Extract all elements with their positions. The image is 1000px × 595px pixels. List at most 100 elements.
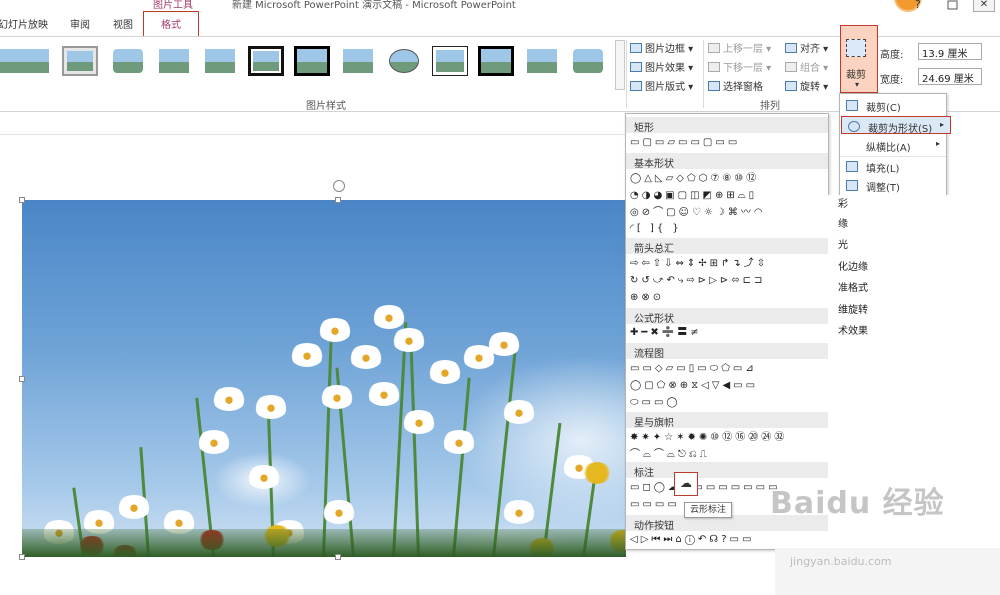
- rotate-icon: [785, 81, 797, 91]
- shape-row[interactable]: ✸✷✦☆✶✹✺⑩⑫⑯⑳㉔㉜: [630, 430, 787, 446]
- menu-item-fit[interactable]: 调整(T): [840, 176, 946, 196]
- pane-item[interactable]: 缘: [838, 215, 848, 230]
- shape-row[interactable]: ▭◻◯☁▭▭▭▭▭▭▭▭: [630, 480, 781, 496]
- ribbon-divider: [626, 40, 627, 108]
- chevron-down-icon: ▾: [855, 80, 860, 89]
- tab-slideshow[interactable]: 幻灯片放映: [0, 16, 48, 31]
- resize-handle[interactable]: [335, 197, 341, 203]
- window-title: 新建 Microsoft PowerPoint 演示文稿 - Microsoft…: [232, 0, 516, 11]
- picture-effects-button[interactable]: 图片效果 ▾: [630, 59, 693, 74]
- resize-handle[interactable]: [19, 197, 25, 203]
- picture-style-thumb[interactable]: [432, 46, 468, 76]
- watermark-logo: Baidu 经验: [770, 486, 945, 521]
- cloud-callout-icon[interactable]: ☁: [674, 472, 698, 496]
- pane-item[interactable]: 化边缘: [838, 258, 868, 273]
- shape-row[interactable]: ⬭▭▭◯: [630, 395, 681, 411]
- shape-row[interactable]: ◁▷⏮⏭⌂ⓘ↶☊?▭▭: [630, 532, 754, 548]
- shape-row[interactable]: ⇨⇦⇧⇩⇔⇕✢⊞↱↴⤴⇳: [630, 256, 768, 272]
- height-input[interactable]: 13.9 厘米: [918, 43, 982, 60]
- picture-style-thumb[interactable]: [386, 46, 422, 76]
- send-backward-button[interactable]: 下移一层 ▾: [708, 59, 771, 74]
- picture-tools-context-label: 图片工具: [153, 0, 193, 11]
- selection-pane-icon: [708, 81, 720, 91]
- send-backward-icon: [708, 62, 720, 72]
- picture-style-thumb[interactable]: [62, 46, 98, 76]
- picture-style-thumb[interactable]: [478, 46, 514, 76]
- help-icon[interactable]: ?: [915, 0, 929, 11]
- ribbon-divider: [703, 40, 704, 108]
- shape-category-stars: 星与旗帜: [626, 412, 828, 429]
- shape-row[interactable]: ◯▢⬠⊗⊕⧖◁▽◀▭▭: [630, 378, 758, 394]
- picture-style-thumb[interactable]: [248, 46, 284, 76]
- shape-row[interactable]: ◔◑◕▣▢◫◩⊕⊞⌓▯: [630, 188, 757, 204]
- picture-style-thumb[interactable]: [202, 46, 238, 76]
- format-picture-pane: 彩 缘 光 化边缘 准格式 维旋转 术效果: [828, 195, 1000, 595]
- pane-item[interactable]: 彩: [838, 195, 848, 210]
- crop-icon: [846, 100, 858, 111]
- height-label: 高度:: [880, 50, 904, 61]
- shape-row[interactable]: ⌒⌓⌒⌓⎋⎌⎍: [630, 447, 710, 463]
- gallery-scroll-icon[interactable]: [615, 40, 625, 90]
- picture-effects-icon: [630, 62, 642, 72]
- shape-category-basic: 基本形状: [626, 153, 828, 170]
- slide-picture[interactable]: [22, 200, 626, 557]
- shape-row[interactable]: ✚━✖➗〓≠: [630, 325, 702, 341]
- picture-layout-icon: [630, 81, 642, 91]
- resize-handle[interactable]: [335, 554, 341, 560]
- shape-row[interactable]: ▭▢▭▱▭▭▢▭▭: [630, 135, 740, 151]
- picture-border-icon: [630, 43, 642, 53]
- shape-row[interactable]: ◯△◺▱◇⬠⬡⑦⑧⑩⑫: [630, 171, 759, 187]
- chevron-right-icon: ▸: [939, 120, 944, 129]
- crop-button-label: 裁剪: [846, 70, 866, 81]
- shape-row[interactable]: ⊕⊗⊙: [630, 290, 664, 306]
- picture-style-thumb[interactable]: [340, 46, 376, 76]
- tab-view[interactable]: 视图: [113, 16, 133, 31]
- tab-review[interactable]: 审阅: [70, 16, 90, 31]
- pane-item[interactable]: 维旋转: [838, 301, 868, 316]
- group-button[interactable]: 组合 ▾: [785, 59, 828, 74]
- menu-item-fill[interactable]: 填充(L): [840, 156, 946, 176]
- shape-category-callouts: 标注: [626, 462, 828, 479]
- resize-handle[interactable]: [19, 554, 25, 560]
- menu-item-crop-to-shape[interactable]: 裁剪为形状(S) ▸: [841, 116, 951, 135]
- picture-style-thumb[interactable]: [524, 46, 560, 76]
- shape-row[interactable]: ↻↺⤻↶⤷⇨⊳▷⊳⬄⊏⊐: [630, 273, 765, 289]
- align-button[interactable]: 对齐 ▾: [785, 40, 828, 55]
- pane-item[interactable]: 光: [838, 236, 848, 251]
- menu-item-crop[interactable]: 裁剪(C): [840, 96, 946, 116]
- shape-category-equation: 公式形状: [626, 308, 828, 325]
- restore-icon[interactable]: [942, 0, 964, 12]
- rotate-button[interactable]: 旋转 ▾: [785, 78, 828, 93]
- pane-item[interactable]: 术效果: [838, 322, 868, 337]
- close-icon[interactable]: ✕: [973, 0, 995, 12]
- tooltip: 云形标注: [684, 502, 732, 518]
- width-input[interactable]: 24.69 厘米: [918, 68, 982, 85]
- resize-handle[interactable]: [19, 376, 25, 382]
- chevron-right-icon: ▸: [935, 139, 940, 148]
- pane-item[interactable]: 准格式: [838, 279, 868, 294]
- bring-forward-button[interactable]: 上移一层 ▾: [708, 40, 771, 55]
- picture-style-thumb[interactable]: [16, 46, 52, 76]
- watermark-url: jingyan.baidu.com: [790, 555, 892, 568]
- shape-category-arrows: 箭头总汇: [626, 238, 828, 255]
- fill-icon: [846, 161, 858, 172]
- picture-style-thumb[interactable]: [294, 46, 330, 76]
- picture-layout-button[interactable]: 图片版式 ▾: [630, 78, 693, 93]
- shape-row[interactable]: ◜[ ]{ }: [630, 221, 682, 237]
- shape-row[interactable]: ▭▭▭▭: [630, 497, 680, 513]
- shape-row[interactable]: ◎⊘⌒▢☺♡☼☽⌘〰◠: [630, 205, 766, 221]
- shape-category-rectangles: 矩形: [626, 117, 828, 134]
- fit-icon: [846, 180, 858, 191]
- selection-pane-button[interactable]: 选择窗格: [708, 78, 763, 93]
- picture-style-thumb[interactable]: [110, 46, 146, 76]
- picture-style-thumb[interactable]: [570, 46, 606, 76]
- shape-row[interactable]: ▭▭◇▱▭▯▭⬭⬠▭⊿: [630, 361, 757, 377]
- tab-format[interactable]: 格式: [143, 11, 199, 39]
- ruler-divider: [0, 134, 625, 135]
- picture-border-button[interactable]: 图片边框 ▾: [630, 40, 693, 55]
- bring-forward-icon: [708, 43, 720, 53]
- picture-styles-group-label: 图片样式: [306, 101, 346, 112]
- menu-item-aspect-ratio[interactable]: 纵横比(A) ▸: [840, 136, 946, 156]
- rotate-handle[interactable]: [333, 180, 345, 192]
- picture-style-thumb[interactable]: [156, 46, 192, 76]
